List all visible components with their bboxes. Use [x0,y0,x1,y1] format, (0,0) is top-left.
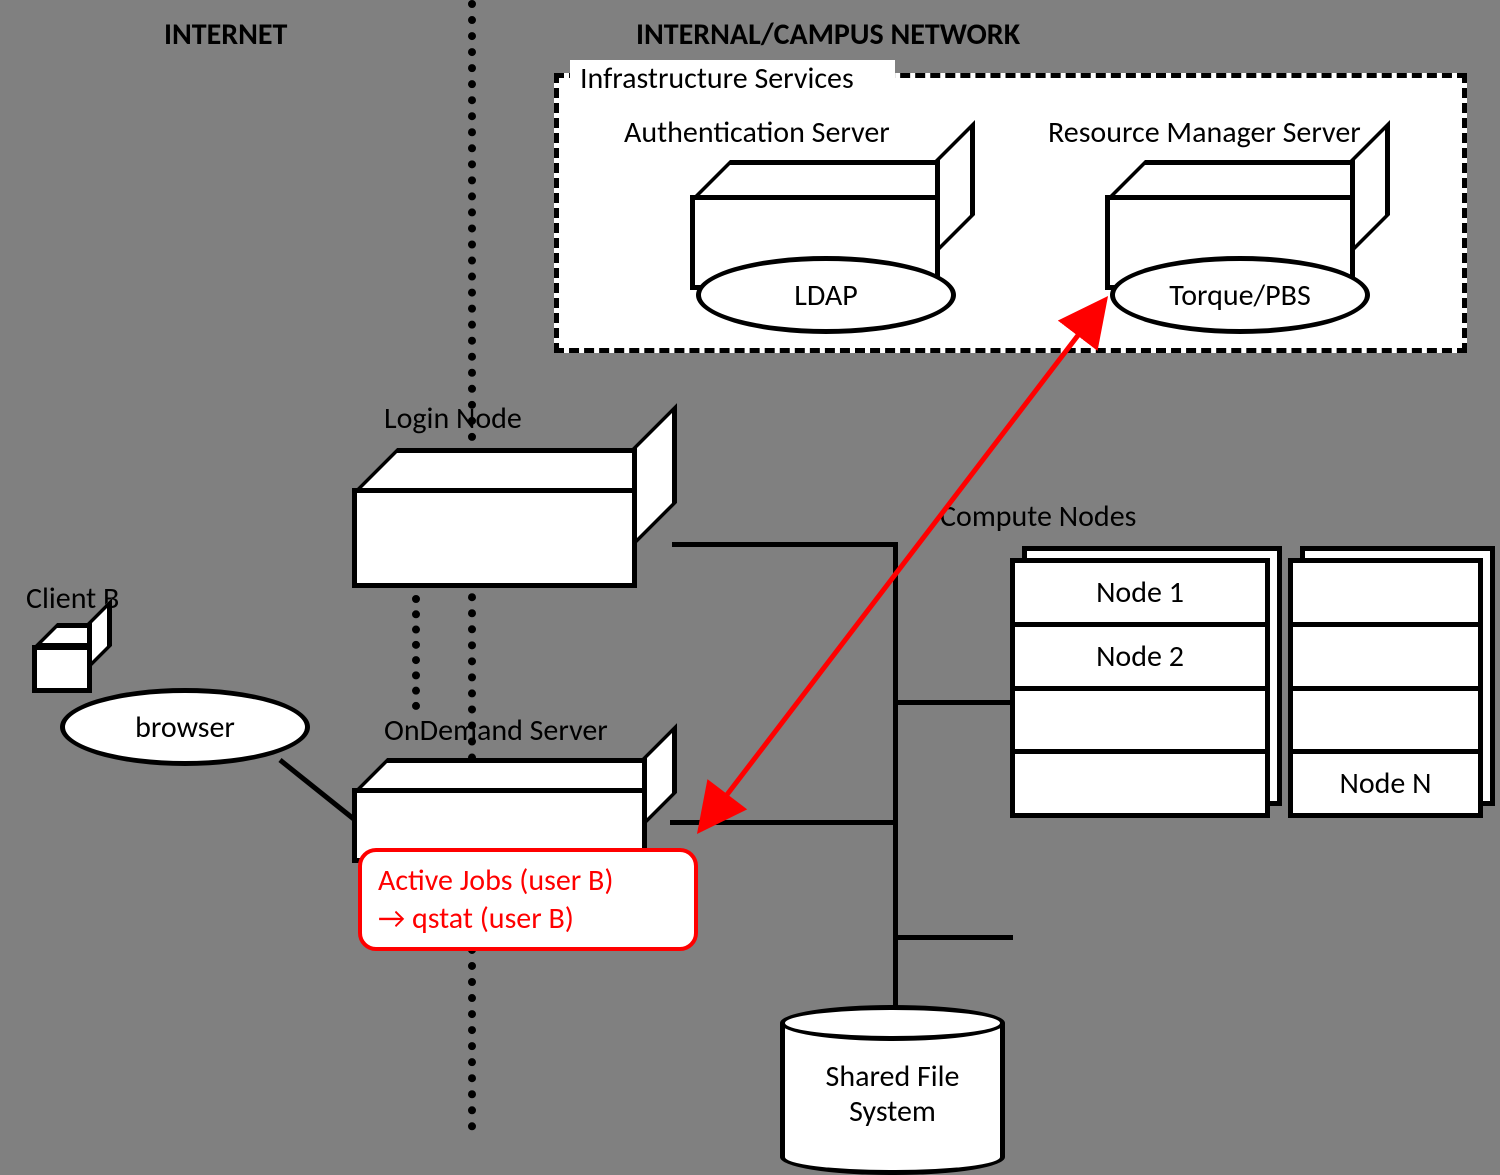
login-to-ondemand-dots [412,595,420,710]
client-box [32,623,112,693]
header-internal: INTERNAL/CAMPUS NETWORK [636,16,1020,53]
diagram-stage: INTERNET INTERNAL/CAMPUS NETWORK Infrast… [0,0,1500,1131]
node-1: Node 1 [1010,558,1270,627]
db-line2: System [780,1095,1005,1130]
shared-file-system: Shared File System [780,1005,1005,1175]
login-node-label: Login Node [384,400,522,437]
browser-ellipse: browser [60,688,310,766]
node-blank-r3 [1288,686,1483,755]
compute-stack-right: Node N [1288,558,1483,818]
conn-bus-compute [893,700,1013,705]
conn-bus-db-h [893,935,1013,940]
callout-line2: → qstat (user B) [378,900,678,938]
node-blank-r2 [1288,622,1483,691]
rm-server-label: Resource Manager Server [1048,114,1361,151]
bus-vertical [893,542,898,1050]
compute-stack-left: Node 1 Node 2 [1010,558,1270,818]
header-internet: INTERNET [164,16,287,53]
infrastructure-title: Infrastructure Services [570,60,895,100]
conn-login-bus [672,542,897,547]
conn-ondemand-bus [670,820,898,825]
node-2: Node 2 [1010,622,1270,691]
active-jobs-callout: Active Jobs (user B) → qstat (user B) [358,848,698,951]
node-blank-l4 [1010,749,1270,818]
node-n: Node N [1288,749,1483,818]
torquepbs-ellipse: Torque/PBS [1110,256,1370,334]
db-line1: Shared File [780,1060,1005,1095]
ldap-ellipse: LDAP [696,256,956,334]
callout-line1: Active Jobs (user B) [378,862,678,900]
login-node-box [352,448,672,588]
node-blank-l3 [1010,686,1270,755]
node-blank-r1 [1288,558,1483,627]
ondemand-label: OnDemand Server [384,712,608,749]
auth-server-label: Authentication Server [624,114,890,151]
compute-label: Compute Nodes [940,498,1136,535]
